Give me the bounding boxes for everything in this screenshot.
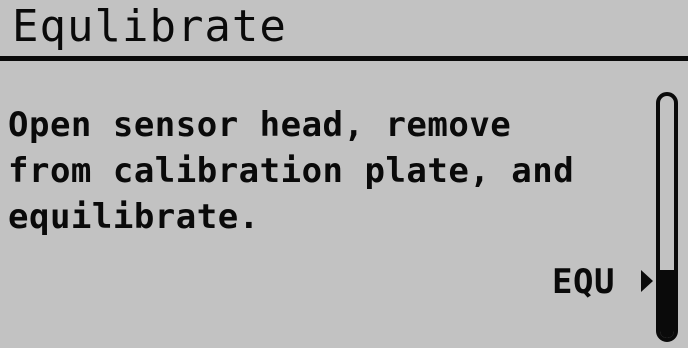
level-meter bbox=[656, 92, 678, 342]
message-line-1: Open sensor head, remove bbox=[8, 105, 512, 145]
instruction-message: Open sensor head, remove from calibratio… bbox=[8, 102, 608, 240]
device-lcd-screen: Equlibrate Open sensor head, remove from… bbox=[0, 0, 688, 348]
message-line-2: from calibration plate, and bbox=[8, 151, 575, 191]
message-line-3: equilibrate. bbox=[8, 197, 260, 237]
right-triangle-arrow-icon bbox=[641, 270, 653, 292]
title-divider bbox=[0, 56, 688, 61]
mode-label: EQU bbox=[552, 262, 615, 302]
screen-title: Equlibrate bbox=[12, 1, 287, 52]
level-meter-fill bbox=[660, 270, 674, 338]
title-bar: Equlibrate bbox=[0, 0, 688, 56]
